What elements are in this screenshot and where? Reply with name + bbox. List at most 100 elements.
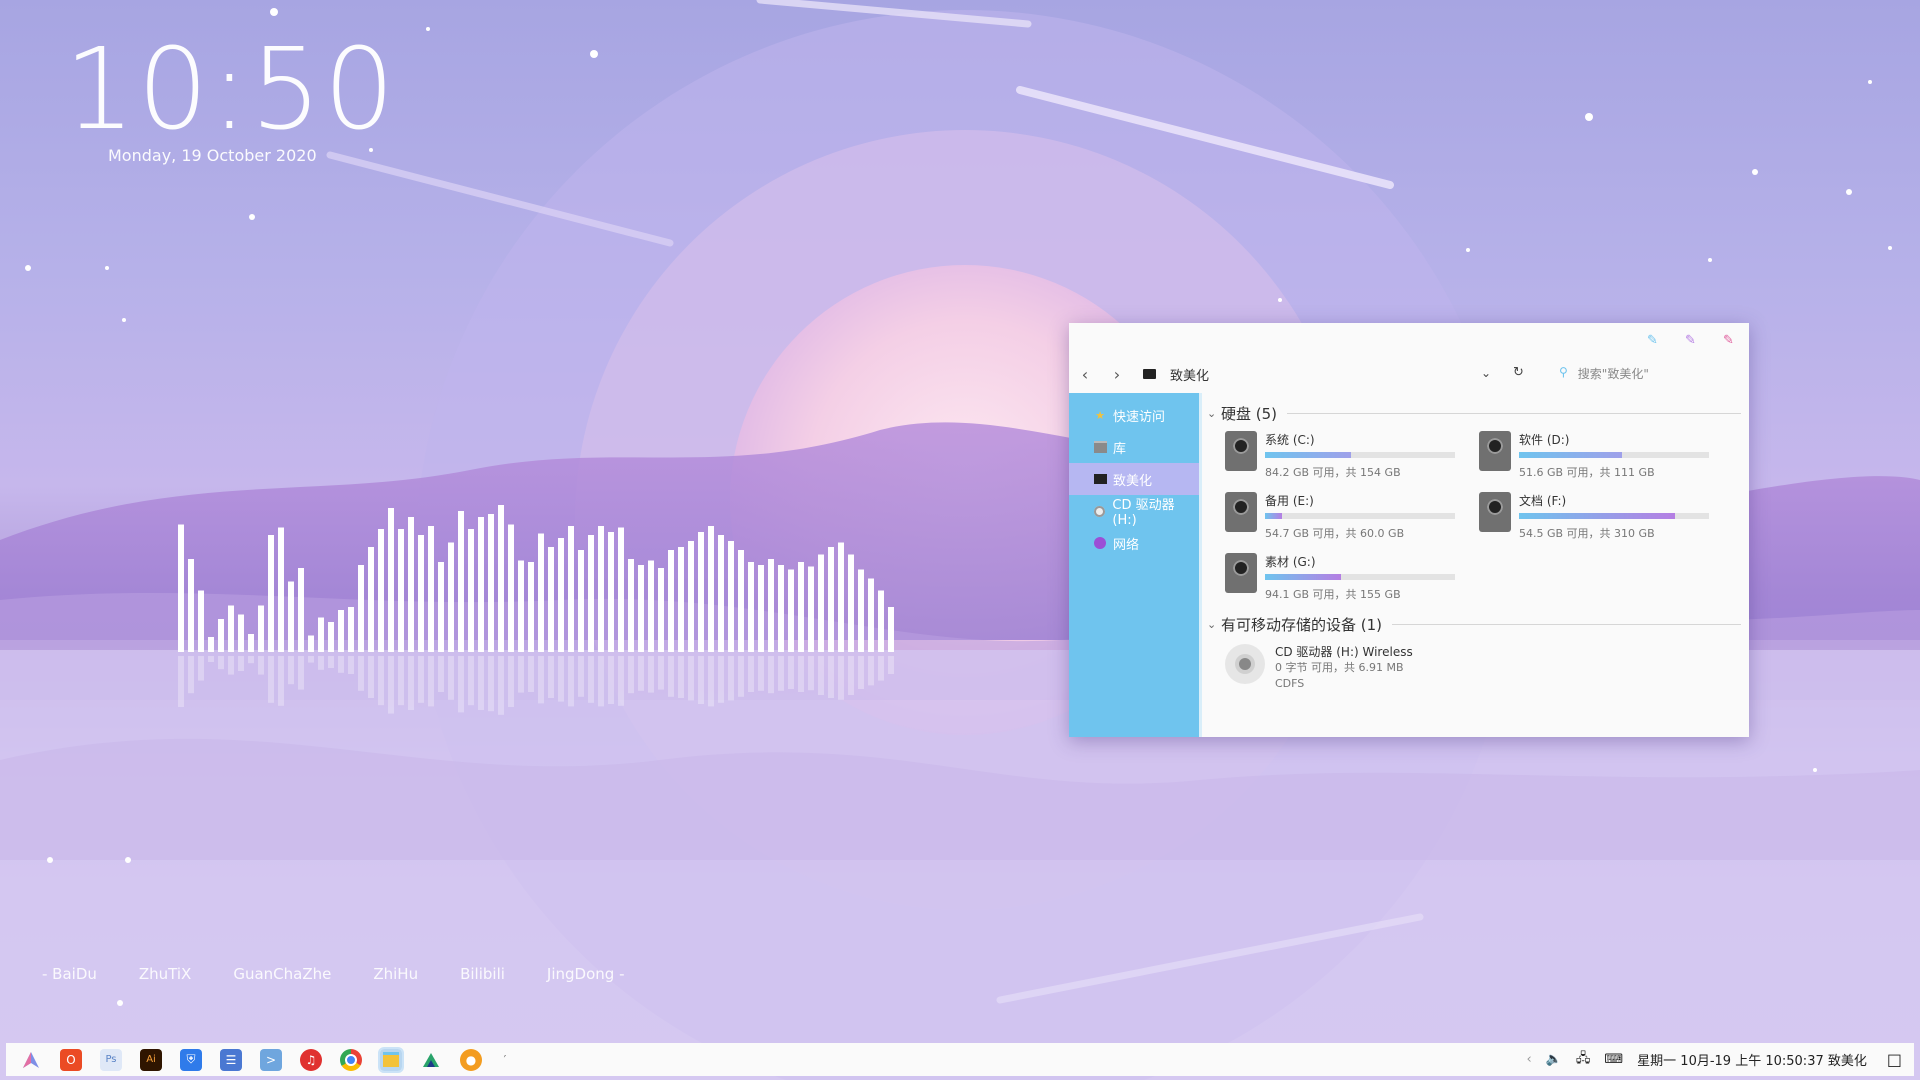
- visualizer-bar: [858, 569, 864, 652]
- tray-expand-icon[interactable]: ‹: [1527, 1052, 1532, 1067]
- visualizer-bar: [878, 590, 884, 652]
- nav-label: 致美化: [1113, 473, 1153, 489]
- visualizer-reflection: [508, 656, 514, 707]
- visualizer-bar: [298, 568, 304, 652]
- desktop-clock: 10:50 Monday, 19 October 2020: [64, 30, 397, 165]
- drive-size: 54.7 GB 可用，共 60.0 GB: [1265, 527, 1405, 540]
- maximize-pencil-icon[interactable]: ✎: [1685, 333, 1696, 348]
- visualizer-bar: [488, 514, 494, 652]
- address-path[interactable]: 致美化: [1170, 365, 1209, 384]
- terminal-icon[interactable]: >: [260, 1048, 282, 1071]
- visualizer-bar: [238, 614, 244, 652]
- nav-network[interactable]: 网络: [1069, 527, 1199, 559]
- nav-label: 库: [1113, 441, 1127, 457]
- photoshop-icon[interactable]: Ps: [100, 1048, 122, 1071]
- title-bar[interactable]: ✎ ✎ ✎: [1069, 323, 1749, 355]
- visualizer-bar: [288, 581, 294, 652]
- visualizer-reflection: [718, 656, 724, 703]
- visualizer-bar: [248, 634, 254, 652]
- back-icon[interactable]: ‹: [1069, 365, 1101, 384]
- visualizer-bar: [668, 550, 674, 652]
- visualizer-bar: [758, 565, 764, 652]
- overflow-icon[interactable]: ′: [500, 1049, 510, 1071]
- minimize-pencil-icon[interactable]: ✎: [1647, 333, 1658, 348]
- usage-bar: [1519, 513, 1709, 519]
- keyboard-icon[interactable]: ⌨: [1604, 1052, 1623, 1067]
- search-box[interactable]: ⚲ 搜索"致美化": [1559, 365, 1649, 382]
- netease-music-icon[interactable]: ♫: [300, 1048, 322, 1071]
- drive-size: 84.2 GB 可用，共 154 GB: [1265, 466, 1401, 479]
- drive-size: 54.5 GB 可用，共 310 GB: [1519, 527, 1655, 540]
- link-guanchazhe[interactable]: GuanChaZhe: [233, 965, 331, 983]
- visualizer-reflection: [868, 656, 874, 686]
- shield-icon[interactable]: ⛨: [180, 1048, 202, 1071]
- link-jingdong[interactable]: JingDong -: [547, 965, 625, 983]
- hard-drive-icon: [1225, 492, 1257, 532]
- clock-time: 10:50: [64, 25, 397, 155]
- chrome-icon[interactable]: [340, 1048, 362, 1071]
- app-green-icon[interactable]: [420, 1049, 442, 1071]
- drive-tile[interactable]: 素材 (G:) 94.1 GB 可用，共 155 GB: [1225, 553, 1479, 602]
- link-baidu[interactable]: - BaiDu: [42, 965, 97, 983]
- visualizer-reflection: [238, 656, 244, 671]
- visualizer-reflection: [628, 656, 634, 694]
- drive-tile[interactable]: 文档 (F:) 54.5 GB 可用，共 310 GB: [1479, 492, 1733, 541]
- notification-icon[interactable]: □: [1887, 1050, 1902, 1069]
- visualizer-reflection: [838, 656, 844, 700]
- notepad-icon[interactable]: ☰: [220, 1048, 242, 1071]
- visualizer-reflection: [728, 656, 734, 701]
- link-zhihu[interactable]: ZhiHu: [373, 965, 418, 983]
- chevron-down-icon: ⌄: [1207, 617, 1217, 631]
- drive-tile[interactable]: 软件 (D:) 51.6 GB 可用，共 111 GB: [1479, 431, 1733, 480]
- hard-drive-icon: [1479, 492, 1511, 532]
- nav-cd-drive[interactable]: CD 驱动器 (H:): [1069, 495, 1199, 528]
- visualizer-reflection: [208, 656, 214, 662]
- nav-label: 网络: [1113, 537, 1140, 553]
- launcher-icon[interactable]: [20, 1049, 42, 1071]
- cd-size: 0 字节 可用，共 6.91 MB: [1275, 661, 1404, 674]
- visualizer-reflection: [298, 656, 304, 690]
- visualizer-reflection: [698, 656, 704, 704]
- group-header-removable[interactable]: ⌄ 有可移动存储的设备 (1): [1207, 612, 1741, 636]
- cd-drive-tile[interactable]: CD 驱动器 (H:) Wireless 0 字节 可用，共 6.91 MB C…: [1225, 644, 1741, 692]
- visualizer-reflection: [588, 656, 594, 703]
- visualizer-bar: [508, 524, 514, 652]
- visualizer-reflection: [678, 656, 684, 698]
- visualizer-bar: [438, 562, 444, 652]
- group-header-drives[interactable]: ⌄ 硬盘 (5): [1207, 401, 1741, 425]
- drive-tile[interactable]: 备用 (E:) 54.7 GB 可用，共 60.0 GB: [1225, 492, 1479, 541]
- history-dropdown-icon[interactable]: ⌄: [1481, 366, 1491, 380]
- nav-library[interactable]: 库: [1069, 431, 1199, 463]
- visualizer-bar: [618, 527, 624, 652]
- office-icon[interactable]: O: [60, 1048, 82, 1071]
- link-zhutix[interactable]: ZhuTiX: [139, 965, 191, 983]
- app-orange-icon[interactable]: ●: [460, 1048, 482, 1071]
- visualizer-reflection: [438, 656, 444, 692]
- drive-list: 系统 (C:) 84.2 GB 可用，共 154 GB 软件 (D:) 51.6…: [1225, 431, 1741, 602]
- visualizer-bar: [548, 547, 554, 652]
- link-bilibili[interactable]: Bilibili: [460, 965, 505, 983]
- nav-quick-access[interactable]: ★ 快速访问: [1069, 399, 1199, 431]
- nav-this-pc[interactable]: 致美化: [1069, 463, 1199, 495]
- file-explorer-icon[interactable]: [378, 1046, 404, 1073]
- taskbar-clock[interactable]: 星期一 10月-19 上午 10:50:37 致美化: [1637, 1050, 1867, 1069]
- visualizer-bar: [608, 532, 614, 652]
- drive-size: 51.6 GB 可用，共 111 GB: [1519, 466, 1655, 479]
- network-status-icon[interactable]: 🖧: [1576, 1049, 1591, 1071]
- visualizer-reflection: [708, 656, 714, 707]
- pane-divider[interactable]: [1199, 393, 1202, 737]
- visualizer-bar: [228, 605, 234, 652]
- visualizer-bar: [588, 535, 594, 652]
- visualizer-bar: [428, 526, 434, 652]
- refresh-icon[interactable]: ↻: [1513, 365, 1524, 380]
- visualizer-bar: [708, 526, 714, 652]
- visualizer-reflection: [338, 656, 344, 673]
- visualizer-reflection: [668, 656, 674, 697]
- close-pencil-icon[interactable]: ✎: [1723, 333, 1734, 348]
- drive-tile[interactable]: 系统 (C:) 84.2 GB 可用，共 154 GB: [1225, 431, 1479, 480]
- volume-icon[interactable]: 🔈: [1546, 1052, 1562, 1067]
- visualizer-bar: [408, 517, 414, 652]
- forward-icon[interactable]: ›: [1101, 365, 1133, 384]
- illustrator-icon[interactable]: Ai: [140, 1048, 162, 1071]
- visualizer-reflection: [378, 656, 384, 706]
